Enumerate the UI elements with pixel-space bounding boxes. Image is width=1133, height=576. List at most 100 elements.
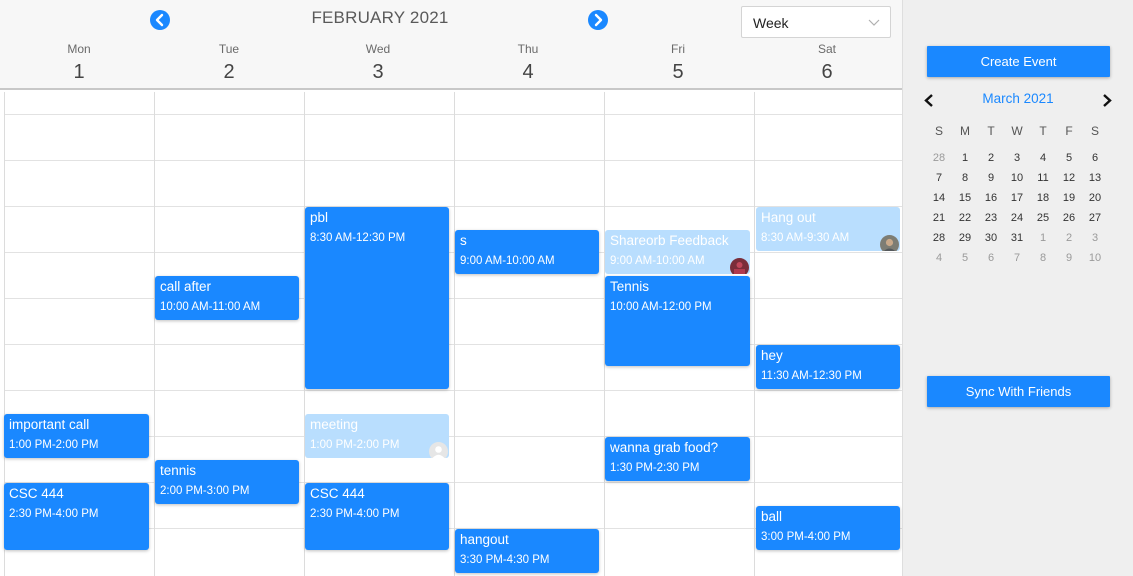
mini-day[interactable]: 7 bbox=[1004, 252, 1030, 264]
mini-weekday-label: F bbox=[1065, 124, 1073, 138]
mini-weekday-label: S bbox=[934, 124, 943, 138]
event-time: 3:30 PM-4:30 PM bbox=[460, 554, 550, 566]
mini-day[interactable]: 30 bbox=[978, 232, 1004, 244]
mini-day[interactable]: 5 bbox=[952, 252, 978, 264]
mini-day[interactable]: 27 bbox=[1082, 212, 1108, 224]
event-time: 8:30 AM-9:30 AM bbox=[761, 232, 850, 244]
event-title: pbl bbox=[310, 210, 329, 225]
mini-day[interactable]: 18 bbox=[1030, 192, 1056, 204]
day-date: 5 bbox=[672, 61, 684, 83]
mini-day[interactable]: 22 bbox=[952, 212, 978, 224]
event-title: CSC 444 bbox=[310, 486, 365, 501]
calendar-header: FEBRUARY 2021 Week Mon 1 Tue 2 Wed 3 Thu bbox=[0, 0, 902, 90]
mini-day[interactable]: 28 bbox=[926, 232, 952, 244]
event-title: Tennis bbox=[610, 279, 650, 294]
day-header-sat[interactable]: Sat 6 bbox=[752, 42, 902, 84]
event-time: 9:00 AM-10:00 AM bbox=[460, 255, 555, 267]
event-block[interactable]: pbl 8:30 AM-12:30 PM bbox=[305, 207, 449, 389]
event-block[interactable]: CSC 444 2:30 PM-4:00 PM bbox=[305, 483, 449, 550]
mini-day[interactable]: 8 bbox=[1030, 252, 1056, 264]
event-block[interactable]: important call 1:00 PM-2:00 PM bbox=[4, 414, 149, 458]
mini-day[interactable]: 6 bbox=[1082, 152, 1108, 164]
day-date: 6 bbox=[821, 61, 833, 83]
mini-day[interactable]: 10 bbox=[1082, 252, 1108, 264]
event-title: meeting bbox=[310, 417, 359, 432]
mini-day[interactable]: 6 bbox=[978, 252, 1004, 264]
event-title: hangout bbox=[460, 532, 509, 547]
mini-cal-next-icon[interactable] bbox=[1101, 94, 1113, 107]
day-header-tue[interactable]: Tue 2 bbox=[154, 42, 304, 84]
event-block[interactable]: hangout 3:30 PM-4:30 PM bbox=[455, 529, 599, 573]
day-header-wed[interactable]: Wed 3 bbox=[303, 42, 453, 84]
event-title: ball bbox=[761, 509, 783, 524]
mini-day[interactable]: 4 bbox=[926, 252, 952, 264]
create-event-button[interactable]: Create Event bbox=[927, 46, 1110, 77]
mini-cal-prev-icon[interactable] bbox=[923, 94, 935, 107]
event-block[interactable]: Hang out 8:30 AM-9:30 AM bbox=[756, 207, 900, 251]
day-date: 2 bbox=[223, 61, 235, 83]
event-block[interactable]: Tennis 10:00 AM-12:00 PM bbox=[605, 276, 750, 366]
event-block[interactable]: call after 10:00 AM-11:00 AM bbox=[155, 276, 299, 320]
event-block[interactable]: tennis 2:00 PM-3:00 PM bbox=[155, 460, 299, 504]
mini-day[interactable]: 2 bbox=[1056, 232, 1082, 244]
mini-day[interactable]: 9 bbox=[978, 172, 1004, 184]
mini-day[interactable]: 15 bbox=[952, 192, 978, 204]
day-header-thu[interactable]: Thu 4 bbox=[453, 42, 603, 84]
event-block[interactable]: s 9:00 AM-10:00 AM bbox=[455, 230, 599, 274]
mini-day[interactable]: 23 bbox=[978, 212, 1004, 224]
event-title: Shareorb Feedback bbox=[610, 233, 729, 248]
mini-day[interactable]: 11 bbox=[1030, 172, 1056, 184]
mini-day[interactable]: 19 bbox=[1056, 192, 1082, 204]
mini-day[interactable]: 24 bbox=[1004, 212, 1030, 224]
mini-day[interactable]: 10 bbox=[1004, 172, 1030, 184]
time-grid[interactable]: important call 1:00 PM-2:00 PM CSC 444 2:30… bbox=[0, 92, 902, 576]
mini-day[interactable]: 21 bbox=[926, 212, 952, 224]
mini-day[interactable]: 9 bbox=[1056, 252, 1082, 264]
prev-week-button[interactable] bbox=[150, 10, 170, 30]
mini-day[interactable]: 16 bbox=[978, 192, 1004, 204]
event-title: CSC 444 bbox=[9, 486, 64, 501]
mini-day[interactable]: 3 bbox=[1082, 232, 1108, 244]
mini-day[interactable]: 25 bbox=[1030, 212, 1056, 224]
sync-with-friends-button[interactable]: Sync With Friends bbox=[927, 376, 1110, 407]
attendee-avatar-icon bbox=[880, 235, 899, 251]
week-calendar: FEBRUARY 2021 Week Mon 1 Tue 2 Wed 3 Thu bbox=[0, 0, 902, 576]
mini-day[interactable]: 3 bbox=[1004, 152, 1030, 164]
event-block[interactable]: meeting 1:00 PM-2:00 PM bbox=[305, 414, 449, 458]
event-block[interactable]: wanna grab food? 1:30 PM-2:30 PM bbox=[605, 437, 750, 481]
next-week-button[interactable] bbox=[588, 10, 608, 30]
mini-day[interactable]: 8 bbox=[952, 172, 978, 184]
mini-day[interactable]: 13 bbox=[1082, 172, 1108, 184]
mini-day[interactable]: 20 bbox=[1082, 192, 1108, 204]
day-column-line bbox=[154, 92, 155, 576]
mini-day[interactable]: 31 bbox=[1004, 232, 1030, 244]
day-header-mon[interactable]: Mon 1 bbox=[4, 42, 154, 84]
view-select[interactable]: Week bbox=[741, 6, 891, 38]
mini-day[interactable]: 7 bbox=[926, 172, 952, 184]
chevron-down-icon bbox=[868, 19, 880, 26]
event-time: 1:00 PM-2:00 PM bbox=[9, 439, 99, 451]
event-block[interactable]: CSC 444 2:30 PM-4:00 PM bbox=[4, 483, 149, 550]
mini-day[interactable]: 2 bbox=[978, 152, 1004, 164]
event-title: wanna grab food? bbox=[610, 440, 719, 455]
day-header-fri[interactable]: Fri 5 bbox=[603, 42, 753, 84]
event-block[interactable]: Shareorb Feedback 9:00 AM-10:00 AM bbox=[605, 230, 750, 274]
event-block[interactable]: hey 11:30 AM-12:30 PM bbox=[756, 345, 900, 389]
mini-day[interactable]: 17 bbox=[1004, 192, 1030, 204]
mini-day[interactable]: 4 bbox=[1030, 152, 1056, 164]
event-time: 2:00 PM-3:00 PM bbox=[160, 485, 250, 497]
mini-day[interactable]: 1 bbox=[952, 152, 978, 164]
day-date: 1 bbox=[73, 61, 85, 83]
mini-day[interactable]: 5 bbox=[1056, 152, 1082, 164]
mini-day[interactable]: 1 bbox=[1030, 232, 1056, 244]
mini-day[interactable]: 29 bbox=[952, 232, 978, 244]
day-date: 3 bbox=[372, 61, 384, 83]
mini-day[interactable]: 28 bbox=[926, 152, 952, 164]
mini-day[interactable]: 14 bbox=[926, 192, 952, 204]
event-block[interactable]: ball 3:00 PM-4:00 PM bbox=[756, 506, 900, 550]
mini-day[interactable]: 12 bbox=[1056, 172, 1082, 184]
chevron-left-icon bbox=[155, 13, 164, 27]
event-time: 3:00 PM-4:00 PM bbox=[761, 531, 851, 543]
day-column-line bbox=[454, 92, 455, 576]
mini-day[interactable]: 26 bbox=[1056, 212, 1082, 224]
